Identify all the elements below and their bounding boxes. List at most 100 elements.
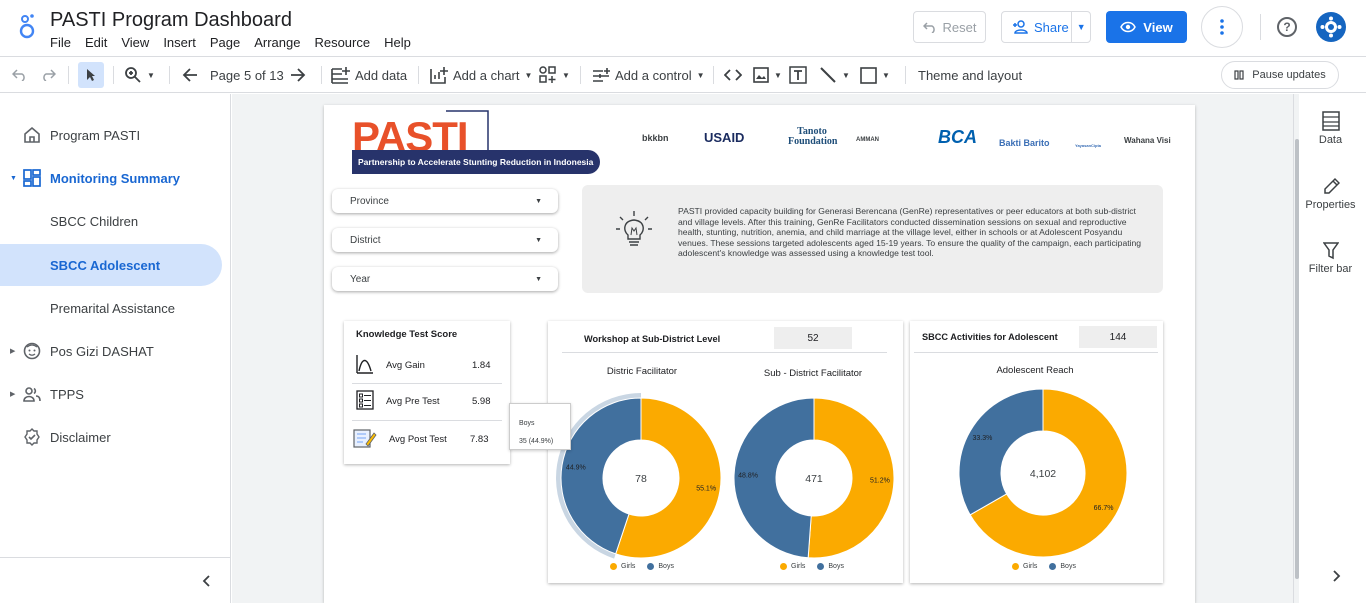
- view-button[interactable]: View: [1106, 11, 1187, 43]
- pause-updates-button[interactable]: Pause updates: [1221, 61, 1339, 89]
- next-page-button[interactable]: [290, 57, 306, 93]
- menu-view[interactable]: View: [121, 35, 149, 50]
- share-dropdown-icon[interactable]: ▼: [1072, 22, 1090, 32]
- menu-resource[interactable]: Resource: [314, 35, 370, 50]
- sidebar-item-program-pasti[interactable]: Program PASTI: [0, 114, 222, 156]
- sidebar-item-monitoring-summary[interactable]: ▼ Monitoring Summary: [0, 157, 222, 199]
- legend-girls-label: Girls: [1023, 563, 1038, 570]
- legend-boys-label: Boys: [1060, 563, 1076, 570]
- boys-legend-dot: [1049, 563, 1057, 570]
- divider: [0, 557, 230, 558]
- verified-badge-icon: [24, 428, 40, 446]
- sidebar-item-label: Disclaimer: [50, 429, 111, 445]
- divider: [113, 66, 114, 84]
- add-data-label: Add data: [355, 67, 408, 83]
- collapse-panel-icon[interactable]: [202, 575, 211, 587]
- help-icon[interactable]: ?: [1277, 17, 1297, 37]
- filter-icon: [1322, 242, 1339, 260]
- properties-panel-button[interactable]: Properties: [1294, 176, 1366, 211]
- line-button[interactable]: ▼: [819, 57, 850, 93]
- boys-legend-dot: [817, 563, 825, 570]
- toolbar: ▼ Page 5 of 13 Add data Add a chart ▼ ▼ …: [0, 57, 1366, 93]
- sidebar-item-pos-gizi-dashat[interactable]: ▶ Pos Gizi DASHAT: [0, 330, 222, 372]
- donut-total-label: 471: [805, 473, 823, 485]
- sidebar-item-sbcc-children[interactable]: SBCC Children: [0, 200, 222, 242]
- looker-studio-logo-icon[interactable]: [16, 12, 38, 40]
- chart-tooltip: Boys 35 (44.9%): [509, 403, 571, 450]
- sidebar-item-disclaimer[interactable]: Disclaimer: [0, 416, 222, 458]
- data-panel-button[interactable]: Data: [1294, 111, 1366, 146]
- embed-url-button[interactable]: [724, 57, 742, 93]
- menu-page[interactable]: Page: [210, 35, 240, 50]
- add-component-button[interactable]: ▼: [539, 57, 570, 93]
- undo-icon: [12, 69, 25, 81]
- donut-slice-boys[interactable]: [958, 388, 1044, 516]
- theme-layout-button[interactable]: Theme and layout: [918, 57, 1022, 93]
- sidebar-item-tpps[interactable]: ▶ TPPS: [0, 373, 222, 415]
- sidebar-item-label: Program PASTI: [50, 127, 141, 143]
- menu-arrange[interactable]: Arrange: [254, 35, 300, 50]
- text-box-icon: [789, 66, 807, 84]
- legend-boys-label: Boys: [828, 563, 844, 570]
- girls-legend-dot: [780, 563, 787, 570]
- menu-insert[interactable]: Insert: [163, 35, 196, 50]
- menu-bar: File Edit View Insert Page Arrange Resou…: [50, 35, 425, 50]
- select-tool-button[interactable]: [78, 62, 104, 88]
- data-table-icon: [1321, 111, 1340, 131]
- share-button[interactable]: Share ▼: [1001, 11, 1091, 43]
- add-control-button[interactable]: Add a control ▼: [592, 57, 705, 93]
- image-button[interactable]: ▼: [753, 57, 782, 93]
- undo-button[interactable]: [12, 57, 28, 93]
- right-side-panel: Data Properties Filter bar: [1293, 94, 1366, 603]
- add-chart-button[interactable]: Add a chart ▼: [430, 57, 532, 93]
- chevron-down-icon: ▼: [774, 70, 782, 80]
- report-title[interactable]: PASTI Program Dashboard: [50, 9, 292, 32]
- sidebar-item-label: SBCC Children: [50, 213, 139, 229]
- menu-file[interactable]: File: [50, 35, 71, 50]
- legend-girls-label: Girls: [791, 563, 806, 570]
- filter-bar-label: Filter bar: [1308, 263, 1353, 275]
- divider: [905, 66, 906, 84]
- add-control-label: Add a control: [615, 67, 692, 83]
- child-face-icon: [23, 342, 41, 360]
- expand-arrow-icon[interactable]: ▶: [10, 347, 15, 355]
- tooltip-value: 35 (44.9%): [519, 438, 554, 445]
- add-data-button[interactable]: Add data: [331, 57, 407, 93]
- sidebar-item-premarital-assistance[interactable]: Premarital Assistance: [0, 287, 222, 329]
- previous-page-button[interactable]: [182, 57, 198, 93]
- components-icon: [539, 66, 556, 83]
- text-box-button[interactable]: [789, 57, 807, 93]
- page-navigation-sidebar: Program PASTI ▼ Monitoring Summary SBCC …: [0, 94, 231, 603]
- tooltip-series: Boys: [519, 420, 535, 427]
- chevron-down-icon: ▼: [696, 70, 705, 80]
- redo-button[interactable]: [40, 57, 56, 93]
- sidebar-item-sbcc-adolescent[interactable]: SBCC Adolescent: [0, 244, 222, 286]
- expand-arrow-icon[interactable]: ▶: [10, 390, 15, 398]
- sidebar-item-label: TPPS: [50, 386, 84, 402]
- chevron-down-icon: ▼: [882, 70, 890, 80]
- expand-panel-icon[interactable]: [1332, 570, 1341, 582]
- avatar[interactable]: [1316, 12, 1346, 42]
- menu-help[interactable]: Help: [384, 35, 411, 50]
- share-label: Share: [1034, 19, 1069, 35]
- filter-bar-button[interactable]: Filter bar: [1294, 242, 1366, 275]
- profile-icon: [1320, 16, 1342, 38]
- code-icon: [724, 69, 742, 81]
- chevron-down-icon: ▼: [562, 70, 570, 80]
- boys-legend-dot: [647, 563, 655, 570]
- expand-arrow-icon[interactable]: ▼: [10, 175, 17, 182]
- pause-updates-label: Pause updates: [1252, 69, 1326, 81]
- chart2-legend: Girls Boys: [780, 563, 844, 570]
- canvas-scrollbar-thumb[interactable]: [1295, 139, 1299, 579]
- chevron-down-icon: ▼: [842, 70, 850, 80]
- shape-button[interactable]: ▼: [860, 57, 890, 93]
- page-indicator[interactable]: Page 5 of 13: [210, 57, 284, 93]
- menu-edit[interactable]: Edit: [85, 35, 107, 50]
- divider: [1260, 14, 1261, 40]
- group-icon: [23, 387, 41, 402]
- more-options-button[interactable]: [1201, 6, 1243, 48]
- sidebar-item-label: Monitoring Summary: [50, 170, 181, 186]
- zoom-button[interactable]: ▼: [124, 57, 155, 93]
- reset-button[interactable]: Reset: [913, 11, 986, 43]
- donut-total-label: 4,102: [1030, 468, 1056, 480]
